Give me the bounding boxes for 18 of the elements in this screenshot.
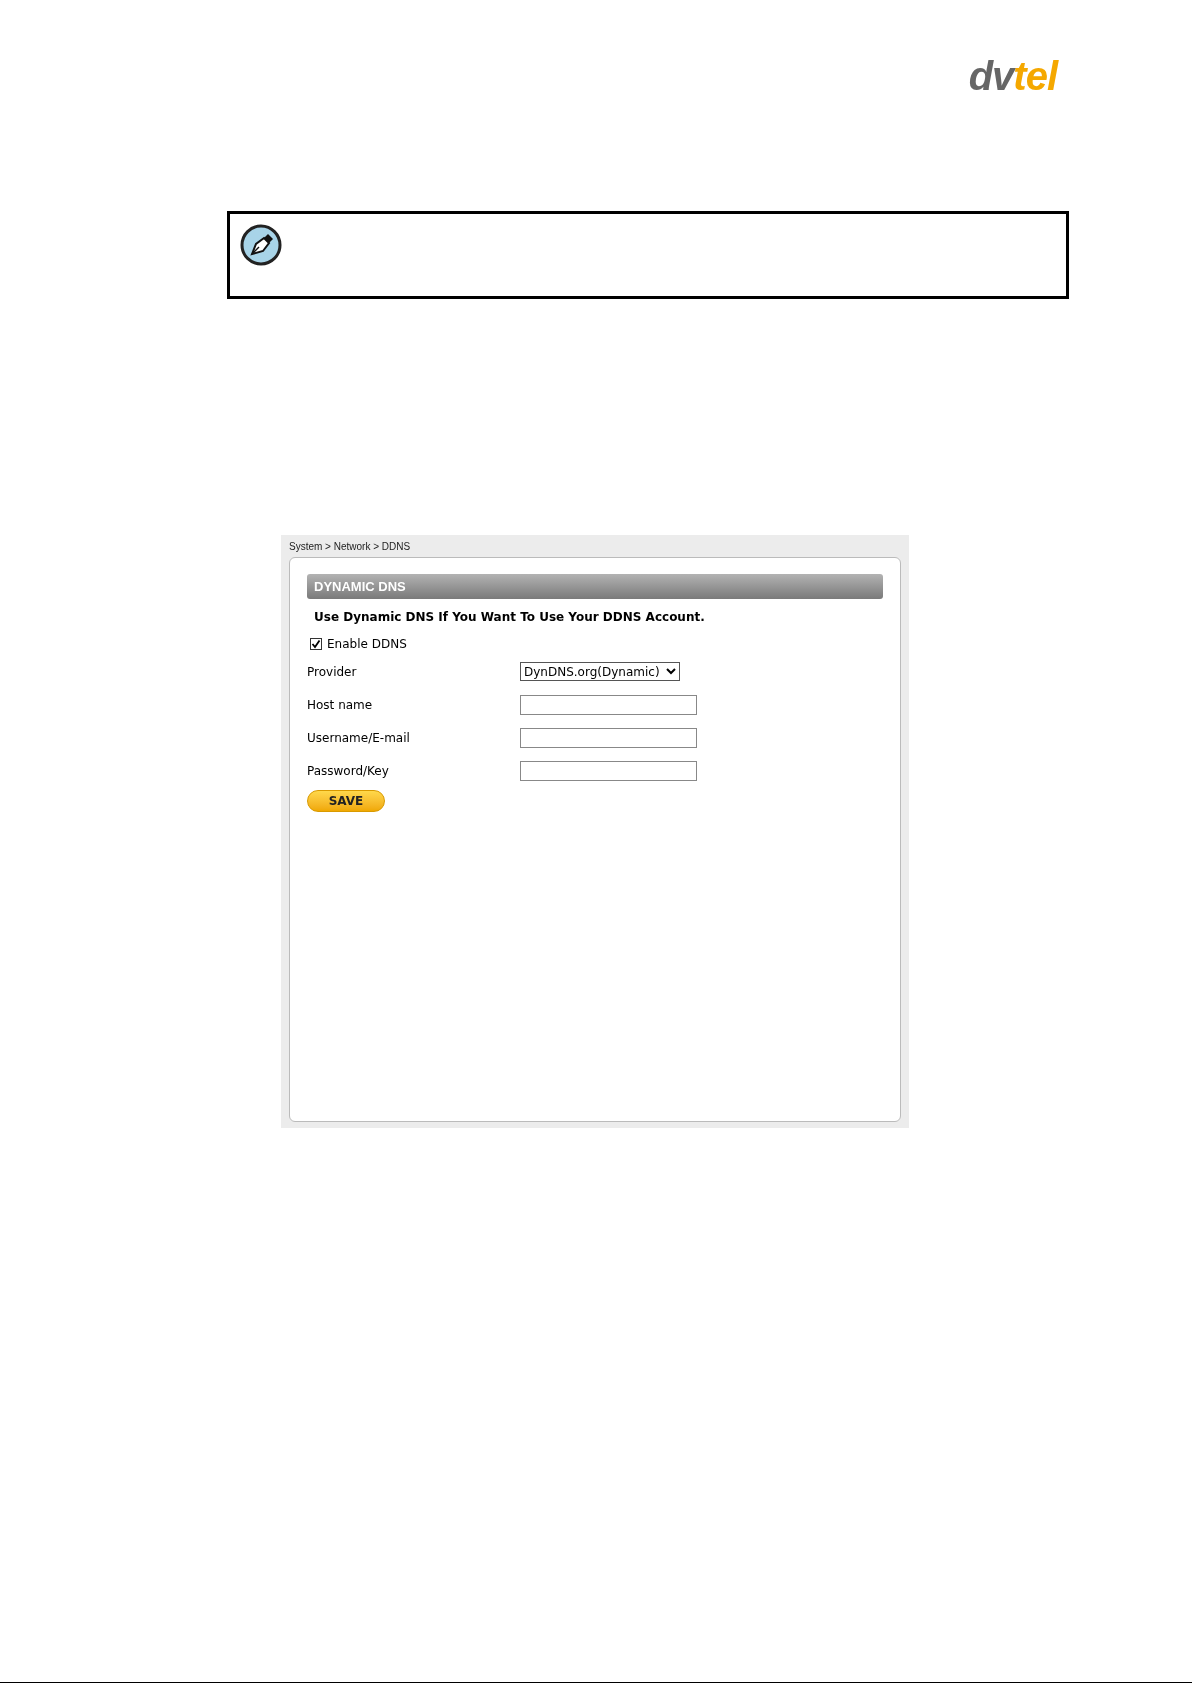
field-label: Provider <box>307 663 358 681</box>
enable-label: Enable DDNS <box>327 636 407 653</box>
input-field[interactable] <box>520 760 697 781</box>
section-header: DYNAMIC DNS <box>307 574 883 599</box>
logo-text: dv <box>968 54 1014 98</box>
intro-text: Use Dynamic DNS If You Want To Use Your DDNS Account. <box>314 609 706 626</box>
breadcrumb: System > Network > DDNS <box>289 540 412 554</box>
enable-checkbox[interactable] <box>310 638 322 650</box>
field-label: Host name <box>307 696 374 714</box>
input-field[interactable] <box>520 727 697 748</box>
field-label: Username/E-mail <box>307 729 411 747</box>
field-label: Password/Key <box>307 762 390 780</box>
check-icon <box>311 639 321 649</box>
provider-select[interactable]: DynDNS.org(Dynamic) <box>520 662 680 681</box>
chevron-down-icon <box>666 668 676 675</box>
input-field[interactable] <box>520 694 697 715</box>
pen-icon <box>240 224 282 266</box>
save-button[interactable]: SAVE <box>307 790 385 812</box>
